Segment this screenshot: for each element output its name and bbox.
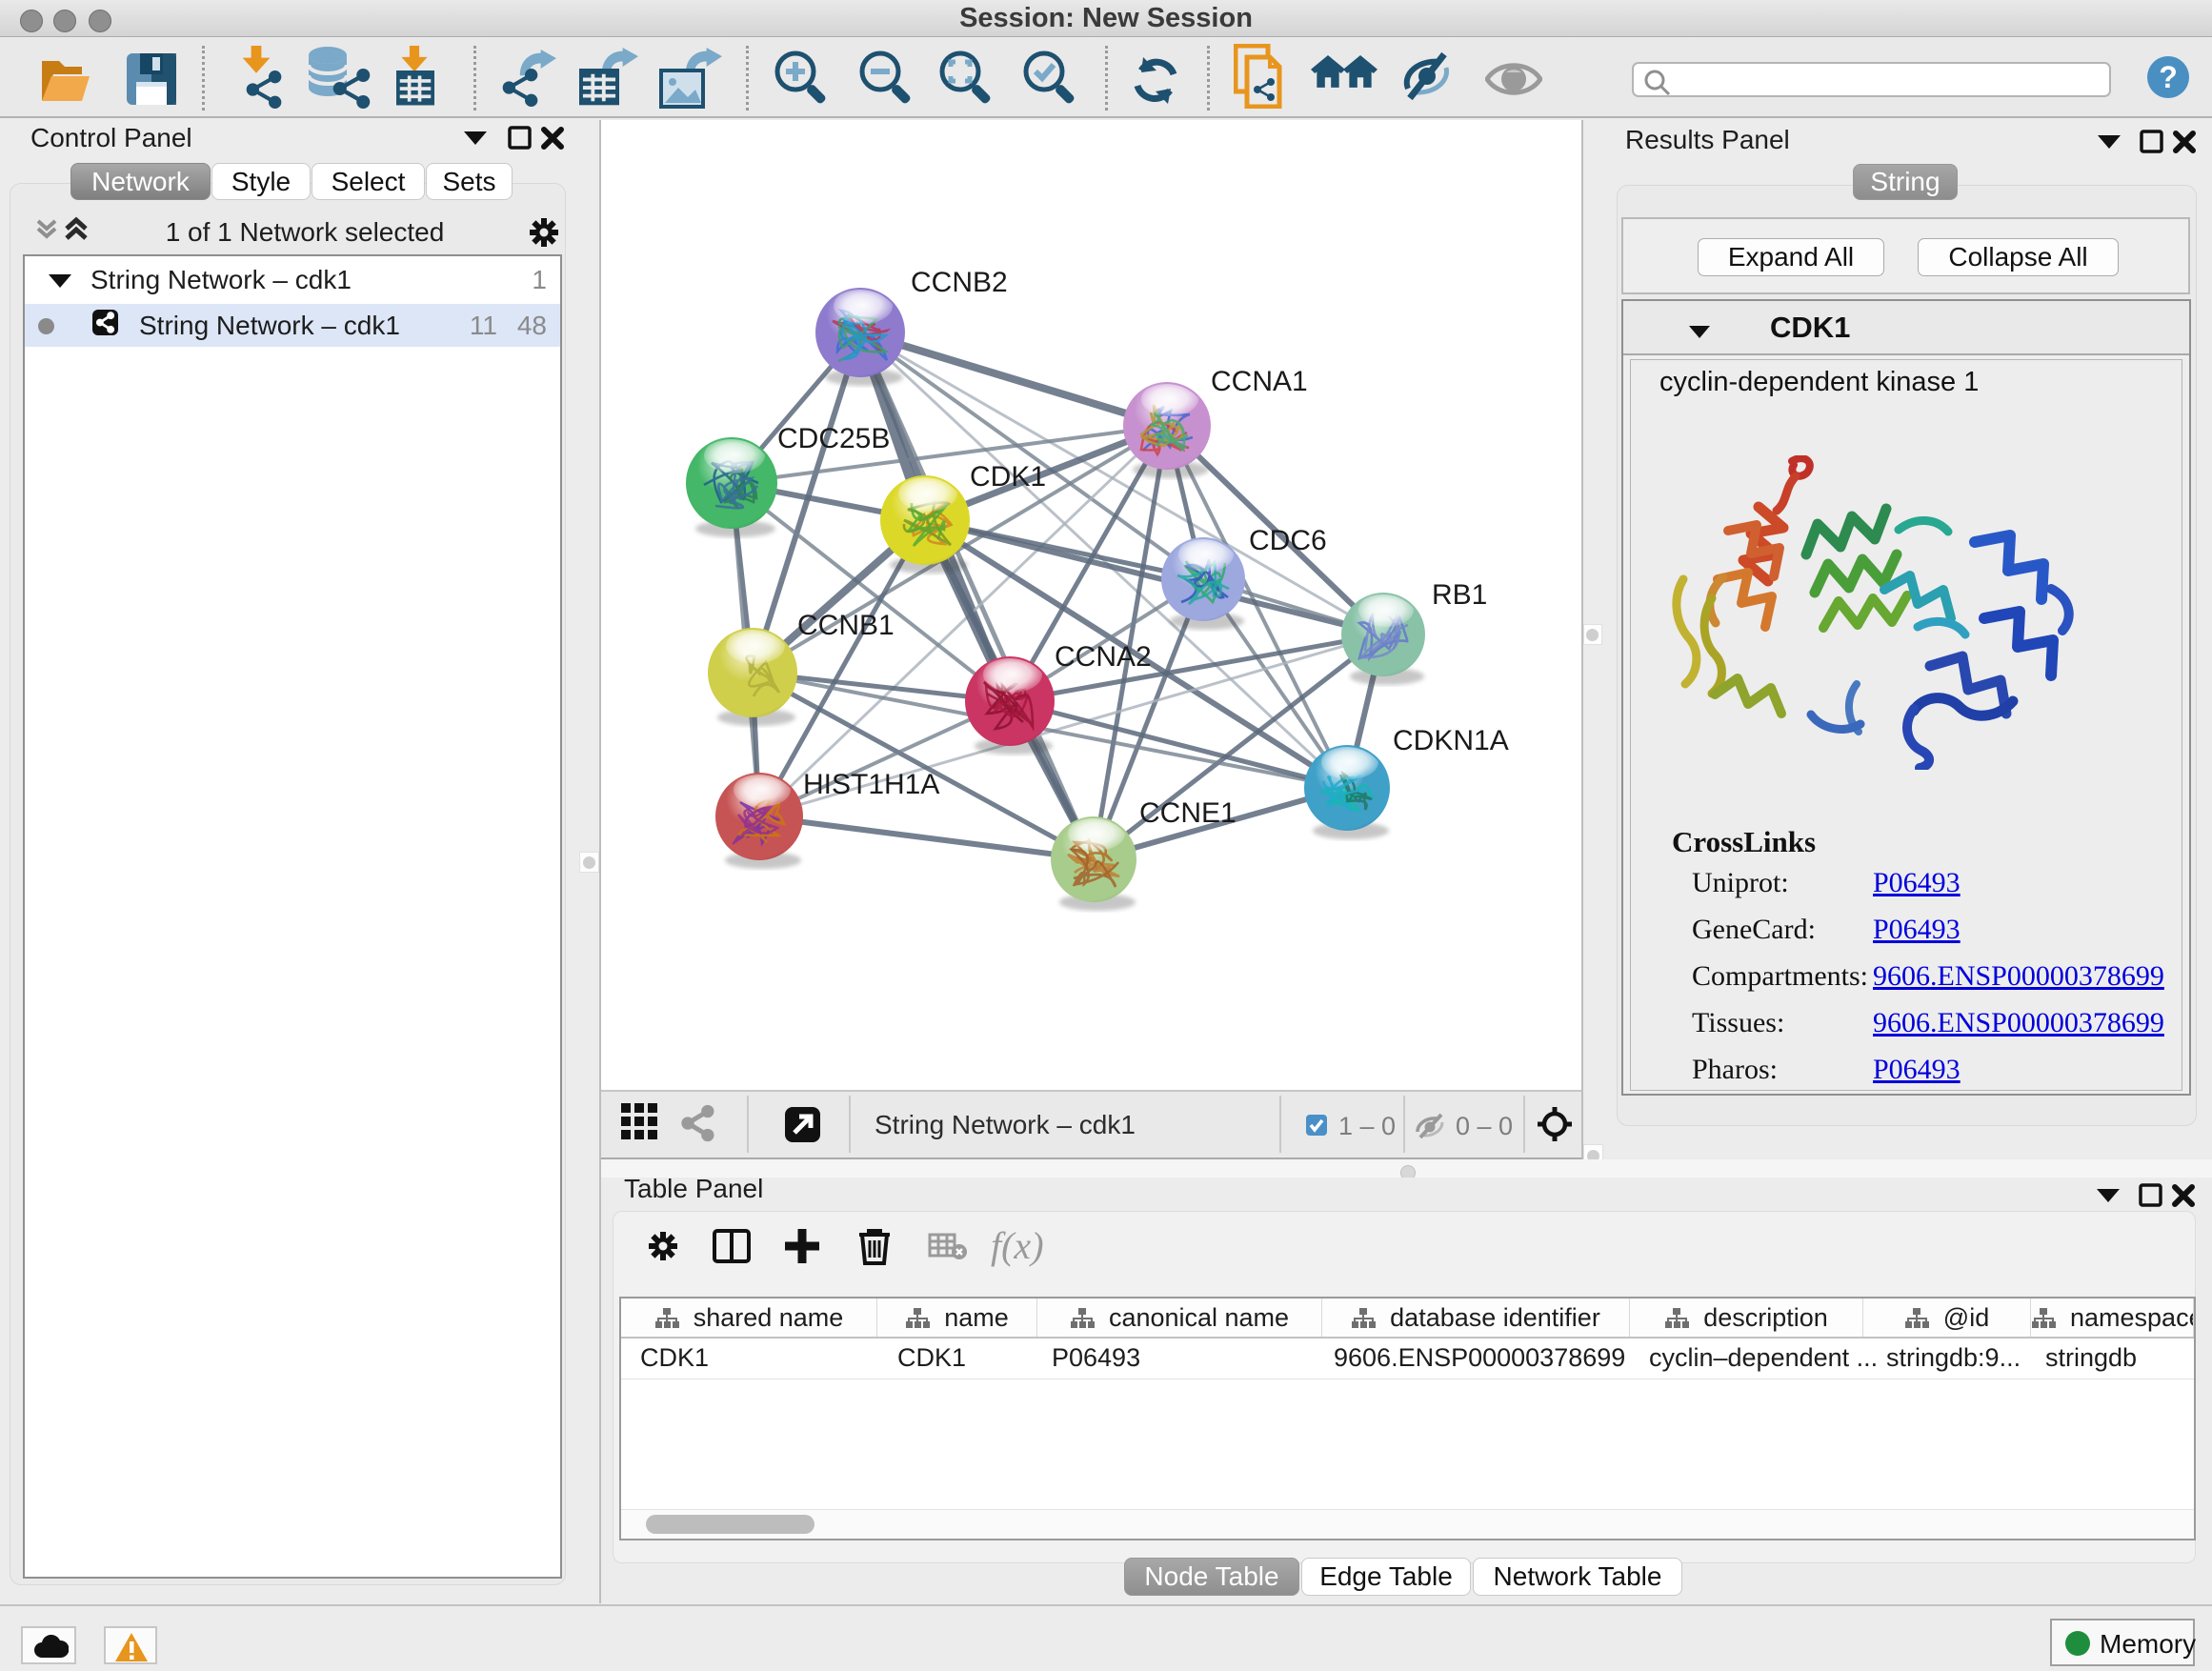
svg-text:CCNE1: CCNE1 [1139, 797, 1237, 829]
svg-text:CDC25B: CDC25B [777, 423, 890, 454]
svg-text:CDKN1A: CDKN1A [1393, 725, 1509, 756]
svg-text:CDK1: CDK1 [970, 461, 1046, 493]
svg-text:RB1: RB1 [1432, 579, 1487, 611]
svg-text:CDC6: CDC6 [1249, 525, 1327, 556]
svg-text:HIST1H1A: HIST1H1A [803, 769, 939, 800]
svg-text:CCNA2: CCNA2 [1055, 641, 1152, 673]
svg-text:CCNB2: CCNB2 [911, 267, 1008, 298]
svg-text:CCNB1: CCNB1 [797, 610, 895, 641]
svg-text:CCNA1: CCNA1 [1211, 366, 1308, 397]
svg-text:?: ? [2159, 60, 2178, 94]
